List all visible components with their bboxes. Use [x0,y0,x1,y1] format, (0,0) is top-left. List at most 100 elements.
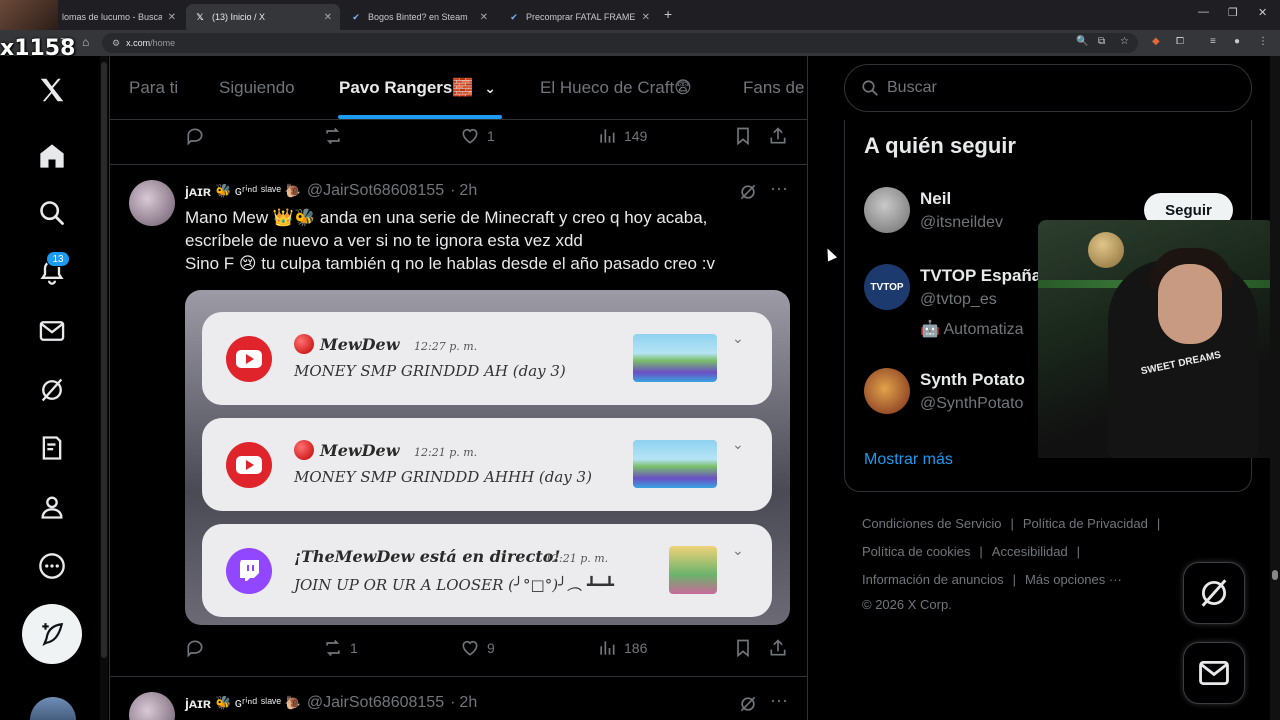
post-body: Mano Mew 👑🐝 anda en una serie de Minecra… [185,206,785,275]
account-avatar[interactable] [30,697,76,720]
repost-icon [322,125,344,147]
new-tab-icon[interactable]: + [664,6,672,22]
page-scrollbar[interactable] [1272,570,1278,580]
site-info-icon[interactable]: ⚙ [112,38,120,49]
restore-icon[interactable]: ❐ [1228,6,1238,19]
minimize-icon[interactable]: — [1198,6,1209,18]
views-button[interactable]: 186 [596,637,647,659]
post-time[interactable]: 2h [459,694,477,712]
lists-icon[interactable] [36,432,68,464]
zoom-icon[interactable]: 🔍 [1076,36,1088,47]
views-button[interactable]: 149 [596,125,647,147]
home-icon[interactable]: ⌂ [82,35,89,49]
bookmark-star-icon[interactable]: ☆ [1120,36,1129,47]
author-display-name[interactable]: jᴀɪʀ [185,183,211,199]
author-display-name[interactable]: jᴀɪʀ [185,695,211,711]
close-icon[interactable]: ✕ [642,12,650,23]
terms-link[interactable]: Condiciones de Servicio [862,516,1001,531]
share-button[interactable] [767,125,795,147]
browser-tab-steam[interactable]: ✔ Bogos Binted? en Steam ✕ [342,4,496,30]
show-more-link[interactable]: Mostrar más [864,451,953,469]
account-name[interactable]: Neil [920,189,951,209]
more-options-link[interactable]: Más opciones ··· [1025,572,1122,587]
privacy-link[interactable]: Política de Privacidad [1023,516,1148,531]
browser-menu-icon[interactable]: ⋮ [1258,36,1268,47]
author-avatar[interactable] [129,180,175,226]
grok-floating-button[interactable] [1183,562,1245,624]
x-logo-icon[interactable] [36,74,68,106]
tab-pavo-rangers[interactable]: Pavo Rangers🧱 ⌄ [339,78,496,98]
grok-icon[interactable] [738,694,758,719]
browser-tab-fatal-frame[interactable]: ✔ Precomprar FATAL FRAME II: Cr ✕ [500,4,658,30]
account-avatar[interactable] [864,187,910,233]
reply-button[interactable] [184,637,212,659]
x-logo-icon: 𝕏 [196,11,204,22]
close-icon[interactable]: ✕ [168,12,176,23]
explore-search-icon[interactable] [36,197,68,229]
author-handle[interactable]: @JairSot68608155 [307,182,444,200]
close-icon[interactable]: ✕ [480,12,488,23]
more-options-icon[interactable] [36,550,68,582]
more-icon[interactable]: ··· [770,178,788,199]
browser-tab-x-home[interactable]: 𝕏 (13) Inicio / X ✕ [186,4,340,30]
tab-fans-de[interactable]: Fans de [743,78,804,98]
more-icon[interactable]: ··· [770,690,788,711]
account-handle[interactable]: @SynthPotato [920,395,1023,413]
home-icon[interactable] [36,140,68,172]
account-avatar[interactable] [864,368,910,414]
tab-para-ti[interactable]: Para ti [129,78,178,98]
sidebar-scrollbar[interactable] [101,62,107,658]
messages-floating-button[interactable] [1183,642,1245,704]
account-handle[interactable]: @itsneildev [920,214,1003,232]
search-input[interactable]: Buscar [844,64,1252,112]
timeline-column: Para ti Siguiendo Pavo Rangers🧱 ⌄ El Hue… [109,56,808,720]
post-header: jᴀɪʀ 🐝 ɢʳⁱⁿᵈ ˢˡᵃᵛᵉ 🐌 @JairSot68608155 · … [185,182,477,200]
author-avatar[interactable] [129,692,175,720]
post-text-line: Mano Mew 👑🐝 anda en una serie de Minecra… [185,208,708,227]
like-button[interactable]: 1 [459,125,495,147]
extensions-puzzle-icon[interactable]: ⧠ [1176,36,1184,47]
extension-icon[interactable]: ◆ [1152,36,1160,47]
url-field[interactable]: ⚙ x.com/home [102,33,1138,53]
chevron-down-icon[interactable]: ⌄ [484,80,496,96]
who-to-follow-title: A quién seguir [864,133,1016,158]
tvtop-logo-avatar[interactable]: TVTOP [864,264,910,310]
grok-icon[interactable] [738,182,758,207]
accessibility-link[interactable]: Accesibilidad [992,544,1068,559]
media-controls-icon[interactable]: ≡ [1210,36,1216,47]
author-name-decoration: 🐝 ɢʳⁱⁿᵈ ˢˡᵃᵛᵉ 🐌 [214,695,301,710]
window-close-icon[interactable]: ✕ [1258,6,1267,19]
author-handle[interactable]: @JairSot68608155 [307,694,444,712]
repost-button[interactable]: 1 [322,637,358,659]
browser-tab-search[interactable]: lomas de lucumo - Buscar c ✕ [54,4,184,30]
account-handle[interactable]: @tvtop_es [920,291,997,309]
author-name-decoration: 🐝 ɢʳⁱⁿᵈ ˢˡᵃᵛᵉ 🐌 [214,183,301,198]
account-name[interactable]: TVTOP España [920,266,1041,286]
tab-el-hueco-de-craft[interactable]: El Hueco de Craft😨 [540,78,692,98]
account-name[interactable]: Synth Potato [920,370,1025,390]
profile-icon[interactable]: ● [1234,36,1240,47]
timeline-tabs: Para ti Siguiendo Pavo Rangers🧱 ⌄ El Hue… [110,56,807,120]
stream-thumbnail [669,546,717,594]
ads-info-link[interactable]: Información de anuncios [862,572,1004,587]
cookies-link[interactable]: Política de cookies [862,544,970,559]
reply-button[interactable] [184,125,212,147]
share-button[interactable] [767,637,795,659]
like-button[interactable]: 9 [459,637,495,659]
repost-icon [322,637,344,659]
post-time[interactable]: 2h [459,182,477,200]
close-icon[interactable]: ✕ [324,12,332,23]
bookmark-button[interactable] [732,637,760,659]
messages-icon[interactable] [36,315,68,347]
repost-button[interactable] [322,125,350,147]
install-app-icon[interactable]: ⧉ [1098,36,1105,47]
profile-icon[interactable] [36,491,68,523]
post-text-line: Sino F 😢 tu culpa también q no le hablas… [185,254,715,273]
compose-post-button[interactable] [22,604,82,664]
bookmark-button[interactable] [732,125,760,147]
post-time-separator: · [450,694,456,711]
post-image[interactable]: MewDew 12:27 p. m. MONEY SMP GRINDDD AH … [185,290,790,625]
feather-plus-icon [42,623,64,646]
grok-icon[interactable] [36,374,68,406]
tab-siguiendo[interactable]: Siguiendo [219,78,295,98]
